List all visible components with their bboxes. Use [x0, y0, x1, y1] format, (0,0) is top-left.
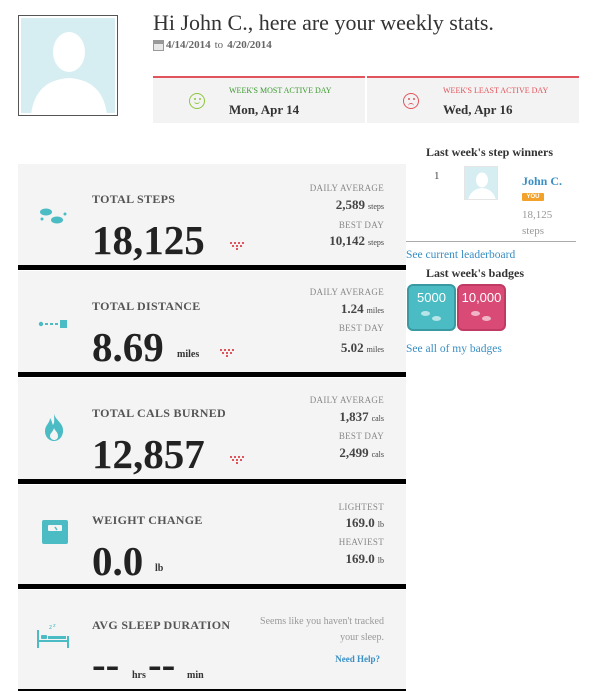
calories-card: TOTAL CALS BURNED 12,857 DAILY AVERAGE 1…: [18, 378, 406, 484]
steps-total: 18,125: [92, 217, 205, 263]
weight-card: WEIGHT CHANGE 0.0 lb LIGHTEST 169.0 lb HE…: [18, 485, 406, 589]
profile-avatar[interactable]: [18, 15, 118, 116]
badges-heading: Last week's badges: [426, 266, 525, 280]
distance-best-label: BEST DAY: [338, 323, 384, 333]
most-active-label: WEEK'S MOST ACTIVE DAY: [229, 86, 332, 95]
active-day-summary: WEEK'S MOST ACTIVE DAY Mon, Apr 14 WEEK'…: [153, 76, 579, 123]
footprints-icon: [471, 310, 493, 322]
least-active-label: WEEK'S LEAST ACTIVE DAY: [443, 86, 549, 95]
sleep-hours-unit: hrs: [132, 670, 146, 681]
date-to: 4/20/2014: [227, 39, 272, 51]
svg-text:z: z: [53, 623, 56, 629]
steps-title: TOTAL STEPS: [92, 192, 176, 206]
steps-best-label: BEST DAY: [338, 220, 384, 230]
calories-best-label: BEST DAY: [338, 431, 384, 441]
footprints-icon: [421, 310, 443, 322]
date-range: 4/14/2014 to 4/20/2014: [153, 39, 272, 51]
weight-heaviest: 169.0 lb: [345, 551, 384, 566]
distance-title: TOTAL DISTANCE: [92, 299, 201, 313]
weight-lightest: 169.0 lb: [345, 515, 384, 530]
least-active-day: WEEK'S LEAST ACTIVE DAY Wed, Apr 16: [367, 76, 579, 123]
person-silhouette-icon: [468, 172, 496, 199]
badge-10000[interactable]: 10,000: [457, 284, 506, 331]
leaderboard-link[interactable]: See current leaderboard: [406, 249, 515, 261]
distance-unit: miles: [177, 349, 200, 360]
bar-chart-icon[interactable]: [220, 349, 234, 359]
badge-5000[interactable]: 5000: [407, 284, 456, 331]
weight-title: WEIGHT CHANGE: [92, 513, 203, 527]
winner-rank: 1: [434, 170, 440, 182]
page-title: Hi John C., here are your weekly stats.: [153, 10, 494, 35]
steps-avg: 2,589 steps: [335, 197, 384, 212]
footprints-icon: [40, 208, 67, 224]
sleep-minutes: --: [148, 641, 176, 687]
calories-avg-label: DAILY AVERAGE: [309, 395, 384, 405]
sleep-title: AVG SLEEP DURATION: [92, 618, 231, 632]
weight-lightest-label: LIGHTEST: [338, 502, 384, 512]
distance-avg: 1.24 miles: [340, 301, 384, 316]
scale-icon: [42, 520, 68, 544]
weight-change: 0.0: [92, 538, 144, 584]
all-badges-link[interactable]: See all of my badges: [406, 343, 502, 355]
bar-chart-icon[interactable]: [230, 456, 244, 466]
distance-best: 5.02 miles: [340, 340, 384, 355]
smiley-icon: [189, 93, 205, 109]
winner-row[interactable]: 1 John C. YOU 18,125 steps: [406, 164, 576, 242]
sleep-card: z z AVG SLEEP DURATION -- hrs -- min See…: [18, 590, 406, 691]
distance-avg-label: DAILY AVERAGE: [309, 287, 384, 297]
winner-name[interactable]: John C.: [522, 174, 562, 189]
most-active-day: WEEK'S MOST ACTIVE DAY Mon, Apr 14: [153, 76, 365, 123]
steps-best: 10,142 steps: [329, 233, 384, 248]
svg-text:z: z: [49, 624, 52, 631]
weight-heaviest-label: HEAVIEST: [338, 537, 384, 547]
calories-title: TOTAL CALS BURNED: [92, 406, 227, 420]
frown-icon: [403, 93, 419, 109]
date-to-word: to: [214, 39, 224, 51]
step-winners-heading: Last week's step winners: [426, 145, 554, 159]
distance-card: TOTAL DISTANCE 8.69 miles DAILY AVERAGE …: [18, 271, 406, 377]
most-active-value: Mon, Apr 14: [229, 102, 300, 117]
steps-card: TOTAL STEPS 18,125 DAILY AVERAGE 2,589 st…: [18, 164, 406, 270]
you-badge: YOU: [522, 193, 544, 201]
calendar-icon: [153, 39, 164, 51]
avatar[interactable]: [464, 166, 498, 200]
calories-best: 2,499 cals: [339, 445, 384, 460]
least-active-value: Wed, Apr 16: [443, 102, 513, 117]
calories-avg: 1,837 cals: [339, 409, 384, 424]
distance-total: 8.69: [92, 324, 164, 370]
winner-steps: 18,125 steps: [522, 209, 553, 237]
weight-unit: lb: [155, 563, 164, 574]
date-from: 4/14/2014: [166, 39, 211, 51]
sleep-bed-icon: z z: [37, 623, 69, 648]
sleep-empty-message: Seems like you haven't tracked your slee…: [260, 616, 384, 643]
sleep-minutes-unit: min: [187, 670, 204, 681]
sleep-hours: --: [92, 641, 120, 687]
avatar-placeholder: [21, 18, 115, 113]
flame-icon: [45, 414, 64, 441]
bar-chart-icon[interactable]: [230, 242, 244, 252]
calories-total: 12,857: [92, 431, 205, 477]
person-silhouette-icon: [31, 32, 107, 113]
need-help-link[interactable]: Need Help?: [335, 654, 380, 664]
steps-avg-label: DAILY AVERAGE: [309, 183, 384, 193]
route-icon: [38, 320, 67, 328]
